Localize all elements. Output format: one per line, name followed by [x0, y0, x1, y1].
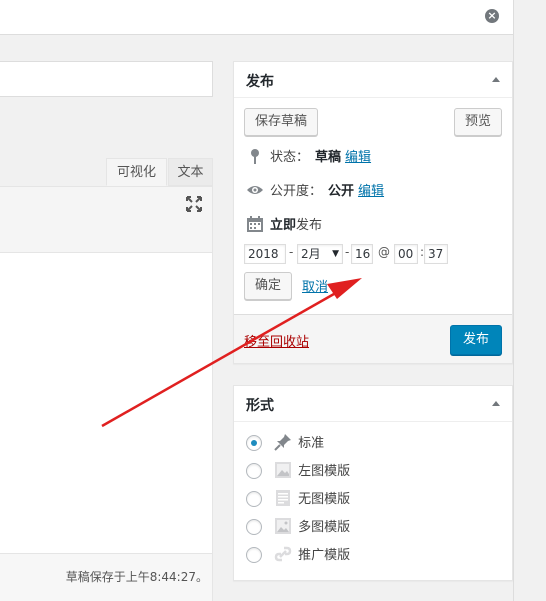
image-icon	[275, 462, 292, 478]
radio-button[interactable]	[246, 491, 262, 507]
gallery-icon	[275, 518, 292, 534]
close-icon[interactable]: ×	[485, 9, 499, 23]
post-title-input[interactable]	[0, 61, 213, 97]
status-value: 草稿	[315, 150, 342, 165]
draft-saved-status: 草稿保存于上午8:44:27。	[65, 570, 208, 584]
visibility-label: 公开度：	[270, 184, 323, 199]
format-box: 形式 标准 左图模版 无图模版 多图模版 推广模版	[233, 385, 513, 581]
format-label: 多图模版	[298, 520, 351, 535]
radio-button[interactable]	[246, 435, 262, 451]
calendar-icon	[247, 216, 263, 232]
editor-toolbar	[0, 186, 213, 253]
format-option-promo[interactable]: 推广模版	[246, 545, 350, 565]
format-option-no-image[interactable]: 无图模版	[246, 489, 350, 509]
status-label: 状态：	[270, 150, 310, 165]
status-row: 状态： 草稿 编辑	[246, 148, 371, 168]
schedule-row: 立即发布	[246, 216, 322, 236]
schedule-immediate: 立即	[270, 218, 297, 233]
fullscreen-icon[interactable]	[186, 196, 202, 212]
format-label: 左图模版	[298, 464, 351, 479]
right-gutter	[513, 0, 546, 601]
eye-icon	[247, 186, 263, 194]
format-label: 推广模版	[298, 548, 351, 563]
tab-text[interactable]: 文本	[168, 158, 213, 186]
year-input[interactable]: 2018	[244, 244, 286, 264]
format-box-header[interactable]: 形式	[234, 386, 512, 422]
visibility-value: 公开	[328, 184, 355, 199]
save-draft-button[interactable]: 保存草稿	[244, 108, 318, 136]
tab-visual[interactable]: 可视化	[106, 158, 167, 186]
pin-icon	[274, 434, 292, 451]
schedule-publish-text: 发布	[296, 218, 323, 233]
hour-input[interactable]: 00	[394, 244, 418, 264]
cancel-link[interactable]: 取消	[302, 276, 328, 295]
move-to-trash-link[interactable]: 移至回收站	[244, 331, 309, 350]
publish-button[interactable]: 发布	[450, 325, 502, 355]
visibility-row: 公开度： 公开 编辑	[246, 182, 384, 202]
collapse-arrow-icon[interactable]	[492, 77, 500, 82]
radio-button[interactable]	[246, 519, 262, 535]
publish-box-title: 发布	[246, 74, 274, 90]
text-icon	[276, 490, 291, 506]
ok-button[interactable]: 确定	[244, 272, 292, 300]
date-separator: -	[289, 245, 294, 259]
edit-status-link[interactable]: 编辑	[345, 150, 371, 165]
pin-icon	[251, 149, 259, 164]
publish-box-header[interactable]: 发布	[234, 62, 512, 98]
editor-tabs: 可视化 文本	[0, 158, 213, 186]
publish-box: 发布 保存草稿 预览 状态： 草稿 编辑 公开度： 公开 编辑 立即发布 2018 - …	[233, 61, 513, 364]
format-box-title: 形式	[246, 398, 274, 414]
format-label: 标准	[298, 436, 325, 451]
radio-button[interactable]	[246, 547, 262, 563]
collapse-arrow-icon[interactable]	[492, 401, 500, 406]
format-option-standard[interactable]: 标准	[246, 433, 324, 453]
format-label: 无图模版	[298, 492, 351, 507]
date-separator: -	[345, 245, 350, 259]
month-value: 2月	[301, 247, 321, 261]
month-select[interactable]: 2月 ▼	[297, 244, 343, 264]
day-input[interactable]: 16	[351, 244, 373, 264]
edit-visibility-link[interactable]: 编辑	[358, 184, 384, 199]
editor-content[interactable]	[0, 253, 213, 553]
minute-input[interactable]: 37	[424, 244, 448, 264]
top-bar: ×	[0, 0, 513, 35]
link-icon	[274, 546, 292, 562]
format-option-left-image[interactable]: 左图模版	[246, 461, 350, 481]
format-option-gallery[interactable]: 多图模版	[246, 517, 350, 537]
major-publishing-actions: 移至回收站 发布	[234, 314, 512, 363]
dropdown-arrow-icon: ▼	[332, 249, 339, 259]
radio-button[interactable]	[246, 463, 262, 479]
preview-button[interactable]: 预览	[454, 108, 502, 136]
at-sign: @	[378, 245, 390, 259]
